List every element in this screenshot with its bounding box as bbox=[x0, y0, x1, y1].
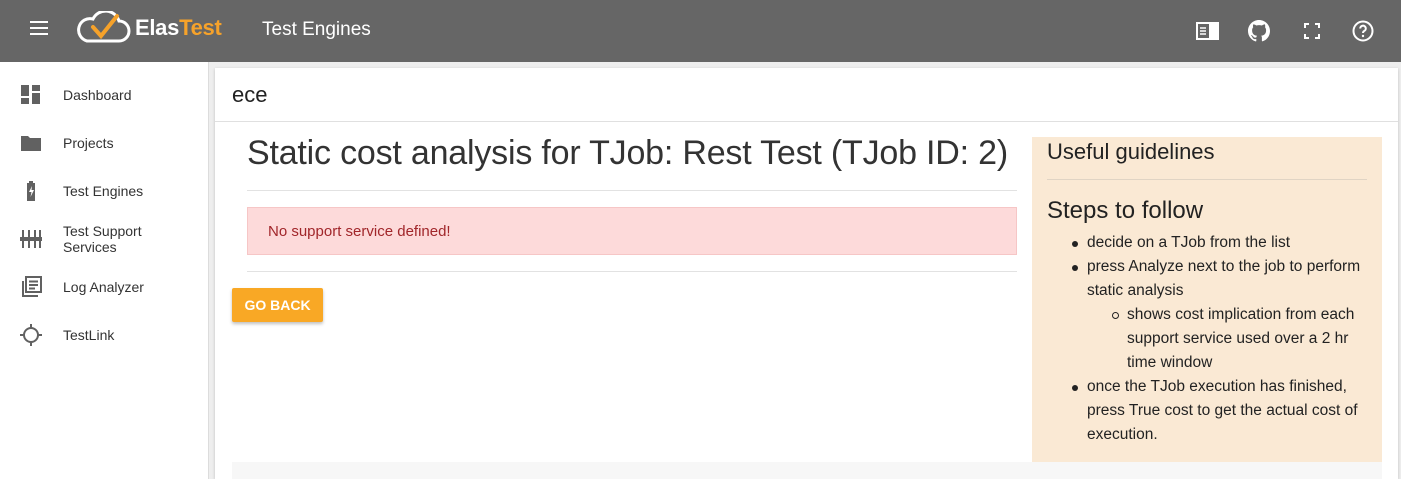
fullscreen-icon[interactable] bbox=[1300, 19, 1324, 43]
sidebar-item-log-analyzer[interactable]: Log Analyzer bbox=[0, 263, 209, 311]
sidebar-item-label: Test Engines bbox=[63, 183, 144, 199]
sliders-icon bbox=[20, 228, 42, 250]
sub-steps-list: shows cost implication from each support… bbox=[1087, 303, 1377, 375]
page-title: Static cost analysis for TJob: Rest Test… bbox=[247, 134, 1008, 172]
dashboard-icon bbox=[20, 84, 42, 106]
sidebar-item-projects[interactable]: Projects bbox=[0, 119, 209, 167]
sidebar-item-label: Projects bbox=[63, 135, 114, 151]
menu-icon[interactable] bbox=[30, 21, 52, 41]
divider bbox=[247, 190, 1017, 191]
github-icon[interactable] bbox=[1247, 19, 1271, 43]
guidelines-title: Useful guidelines bbox=[1047, 139, 1215, 164]
go-back-button[interactable]: GO BACK bbox=[232, 288, 323, 322]
brand-name: ElasTest bbox=[135, 15, 222, 40]
sidebar-item-testlink[interactable]: TestLink bbox=[0, 311, 209, 359]
error-alert: No support service defined! bbox=[247, 207, 1017, 255]
list-item: shows cost implication from each support… bbox=[1112, 303, 1377, 375]
list-item: press Analyze next to the job to perform… bbox=[1072, 255, 1377, 375]
app-title: Test Engines bbox=[262, 19, 371, 40]
sidebar-item-test-engines[interactable]: Test Engines bbox=[0, 167, 209, 215]
list-item: decide on a TJob from the list bbox=[1072, 231, 1377, 255]
sidebar-panel-icon[interactable] bbox=[1196, 19, 1220, 43]
sidebar: Dashboard Projects Test Engines Test Sup… bbox=[0, 62, 209, 479]
sidebar-item-label: TestLink bbox=[63, 327, 115, 343]
steps-title: Steps to follow bbox=[1047, 197, 1204, 224]
folder-icon bbox=[20, 132, 42, 154]
card-header: ece bbox=[215, 68, 1398, 122]
cloud-check-logo-icon bbox=[77, 11, 131, 43]
sidebar-item-label: Dashboard bbox=[63, 87, 132, 103]
top-bar: ElasTest Test Engines bbox=[0, 0, 1401, 62]
battery-charging-icon bbox=[20, 180, 42, 202]
divider bbox=[1047, 179, 1367, 180]
sidebar-item-label: Test Support Services bbox=[63, 223, 142, 255]
card-title: ece bbox=[232, 82, 268, 107]
sidebar-item-label: Log Analyzer bbox=[63, 279, 144, 295]
sidebar-item-test-support-services[interactable]: Test Support Services bbox=[0, 215, 209, 263]
list-item: once the TJob execution has finished, pr… bbox=[1072, 375, 1377, 447]
steps-list: decide on a TJob from the list press Ana… bbox=[1072, 231, 1377, 447]
guidelines-panel: Useful guidelines Steps to follow decide… bbox=[1032, 137, 1382, 462]
footer-area bbox=[232, 462, 1382, 479]
library-books-icon bbox=[20, 276, 42, 298]
elastest-logo[interactable]: ElasTest bbox=[73, 10, 222, 46]
divider bbox=[247, 271, 1017, 272]
crosshair-icon bbox=[20, 324, 42, 346]
help-icon[interactable] bbox=[1351, 19, 1375, 43]
sidebar-item-dashboard[interactable]: Dashboard bbox=[0, 71, 209, 119]
alert-message: No support service defined! bbox=[268, 223, 451, 240]
